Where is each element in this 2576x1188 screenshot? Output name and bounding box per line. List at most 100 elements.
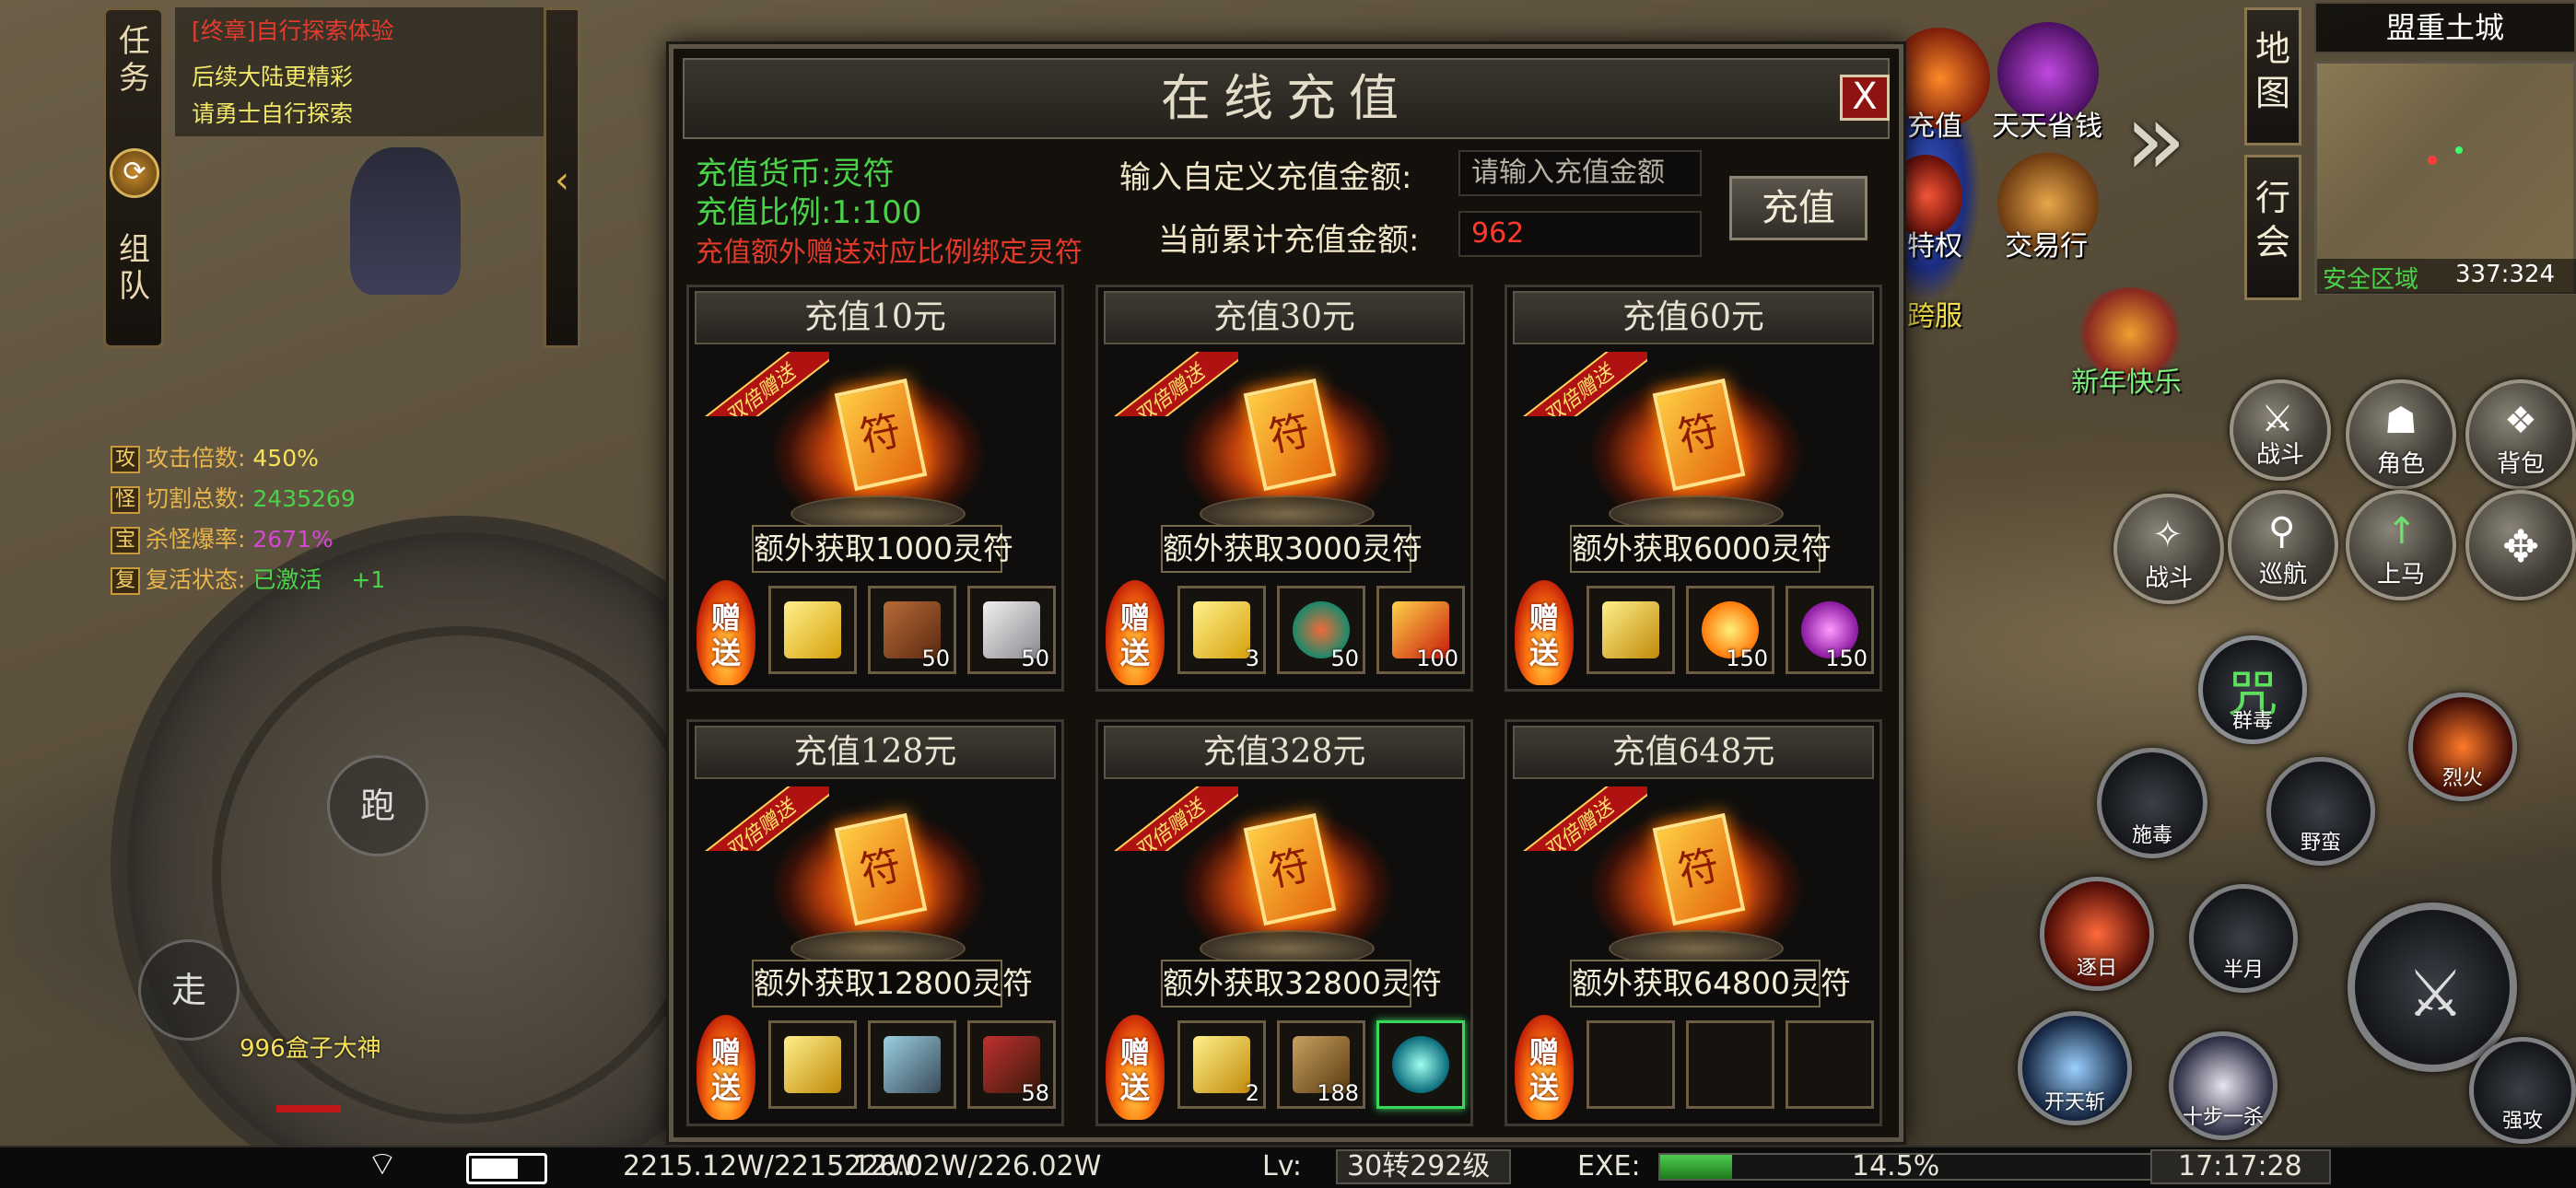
recharge-label[interactable]: 充值: [1907, 103, 1962, 144]
patrol-button[interactable]: ⚲ 巡航: [2228, 490, 2338, 600]
npc-figure[interactable]: [350, 147, 461, 295]
gift-flame-badge: 赠送: [1102, 1015, 1168, 1124]
card-title: 充值10元: [695, 291, 1056, 344]
reward-slot[interactable]: 150: [1686, 586, 1774, 674]
location-pin-icon: ⚲: [2268, 510, 2296, 553]
mount-button[interactable]: ↑ 上马: [2346, 490, 2456, 600]
recharge-card[interactable]: 充值128元 双倍赠送符额外获取12800灵符 赠送 58: [686, 719, 1064, 1126]
minimap-npc-dot: [2455, 146, 2463, 154]
bonus-label: 额外获取64800灵符: [1570, 960, 1851, 1007]
gift-text: 赠送: [1119, 600, 1150, 670]
skill-blazing-fire[interactable]: 烈火: [2408, 693, 2517, 801]
item-count: 3: [1245, 646, 1259, 671]
reward-slot[interactable]: 100: [1376, 586, 1465, 674]
reward-slot[interactable]: [768, 586, 857, 674]
gift-text: 赠送: [710, 600, 741, 670]
task-line[interactable]: [终章]自行探索体验: [192, 13, 394, 46]
skill-brute-charge[interactable]: 野蛮: [2266, 757, 2375, 866]
reward-slot[interactable]: [1786, 1020, 1874, 1109]
custom-amount-label: 输入自定义充值金额:: [1119, 159, 1412, 196]
reward-slot[interactable]: [868, 1020, 956, 1109]
task-line[interactable]: 后续大陆更精彩: [192, 59, 353, 92]
reward-slot[interactable]: 50: [868, 586, 956, 674]
item-count: 188: [1317, 1080, 1359, 1106]
privilege-label[interactable]: 特权: [1907, 223, 1962, 263]
run-button[interactable]: 跑: [327, 755, 428, 856]
reward-slot[interactable]: [1376, 1020, 1465, 1109]
reward-slot[interactable]: 50: [967, 586, 1056, 674]
card-title: 充值648元: [1513, 726, 1874, 779]
gift-text: 赠送: [1528, 600, 1559, 670]
stat-drop-rate: 宝杀怪爆率: 2671%: [111, 521, 334, 554]
map-button-label: 地图: [2254, 29, 2290, 113]
item-count: 58: [1021, 1080, 1049, 1106]
cross-server-label[interactable]: 跨服: [1907, 293, 1962, 333]
recharge-card[interactable]: 充值328元 双倍赠送符额外获取32800灵符 赠送 2 188: [1095, 719, 1473, 1126]
battle-top-button[interactable]: ⚔ 战斗: [2230, 379, 2331, 481]
task-button[interactable]: 任务: [111, 23, 158, 97]
exp-fill: [1660, 1155, 1732, 1179]
recharge-card[interactable]: 充值60元 双倍赠送符额外获取6000灵符 赠送 150 150: [1505, 285, 1882, 692]
total-amount-value: 962: [1458, 211, 1702, 257]
task-line[interactable]: 请勇士自行探索: [192, 96, 353, 129]
skill-sky-splitter[interactable]: 开天斩: [2018, 1011, 2132, 1125]
guild-button[interactable]: 行会: [2244, 155, 2301, 300]
mount-arrow-icon: ↑: [2386, 510, 2418, 553]
player-hp-bar: [276, 1105, 341, 1112]
task-list: [终章]自行探索体验 后续大陆更精彩 请勇士自行探索: [175, 7, 544, 136]
map-button[interactable]: 地图: [2244, 7, 2301, 146]
talisman-artwork: 符: [763, 783, 993, 967]
reward-slot[interactable]: [1587, 586, 1675, 674]
level-value: 30转292级: [1347, 1150, 1491, 1182]
reward-slot[interactable]: 58: [967, 1020, 1056, 1109]
task-side-panel: 任务 ⟳ 组队: [103, 7, 164, 348]
gold-bar-icon: [784, 601, 841, 658]
move-arrows-button[interactable]: ✥: [2465, 490, 2576, 600]
clock: 17:17:28: [2178, 1150, 2302, 1182]
skill-group-poison[interactable]: 咒群毒: [2198, 635, 2307, 744]
reward-slot[interactable]: 50: [1277, 586, 1365, 674]
talisman-artwork: 符: [1172, 783, 1402, 967]
new-year-label[interactable]: 新年快乐: [2071, 359, 2182, 400]
custom-amount-input[interactable]: 请输入充值金额: [1458, 150, 1702, 196]
recharge-button[interactable]: 充值: [1729, 176, 1868, 240]
skill-power-attack[interactable]: 强攻: [2469, 1037, 2576, 1144]
reward-slot[interactable]: 188: [1277, 1020, 1365, 1109]
recharge-card[interactable]: 充值10元 双倍赠送符额外获取1000灵符 赠送 50 50: [686, 285, 1064, 692]
refresh-icon[interactable]: ⟳: [110, 148, 159, 198]
player-name: 996盒子大神: [240, 1035, 381, 1063]
gift-text: 赠送: [710, 1035, 741, 1105]
total-amount-label: 当前累计充值金额:: [1158, 222, 1420, 259]
treasure-icon: 宝: [111, 527, 140, 554]
team-button[interactable]: 组队: [111, 231, 158, 305]
skill-chase-sun[interactable]: 逐日: [2040, 877, 2154, 991]
battle-button[interactable]: ✧ 战斗: [2113, 494, 2224, 604]
skill-cast-poison[interactable]: 施毒: [2097, 748, 2207, 858]
reward-slot[interactable]: 150: [1786, 586, 1874, 674]
bonus-label: 额外获取3000灵符: [1161, 525, 1423, 573]
close-button[interactable]: X: [1840, 75, 1890, 121]
minimap[interactable]: 安全区域 337:324: [2314, 61, 2576, 295]
exe-label: EXE:: [1577, 1150, 1641, 1182]
skill-half-moon[interactable]: 半月: [2189, 884, 2298, 993]
character-button[interactable]: ☗ 角色: [2346, 379, 2456, 490]
reward-slot[interactable]: 2: [1177, 1020, 1266, 1109]
walk-button[interactable]: 走: [138, 939, 240, 1041]
collapse-arrow-icon[interactable]: ‹: [544, 7, 580, 348]
expand-arrow-icon[interactable]: »: [2125, 88, 2207, 190]
skill-ten-step-kill[interactable]: 十步一杀: [2169, 1031, 2277, 1140]
recharge-card[interactable]: 充值30元 双倍赠送符额外获取3000灵符 赠送 3 50 100: [1095, 285, 1473, 692]
bag-button[interactable]: ❖ 背包: [2465, 379, 2576, 490]
swords-icon: ⚔: [2261, 398, 2294, 440]
recharge-card[interactable]: 充值648元 双倍赠送符额外获取64800灵符 赠送: [1505, 719, 1882, 1126]
bag-icon: ❖: [2504, 400, 2537, 442]
reward-slot[interactable]: [1587, 1020, 1675, 1109]
revive-icon: 复: [111, 567, 140, 595]
trading-house-label[interactable]: 交易行: [2005, 223, 2088, 263]
reward-slot[interactable]: [768, 1020, 857, 1109]
item-count: 150: [1726, 646, 1768, 671]
daily-saving-label[interactable]: 天天省钱: [1992, 103, 2102, 144]
reward-slot[interactable]: [1686, 1020, 1774, 1109]
dialog-title: 在线充值: [683, 58, 1890, 139]
reward-slot[interactable]: 3: [1177, 586, 1266, 674]
